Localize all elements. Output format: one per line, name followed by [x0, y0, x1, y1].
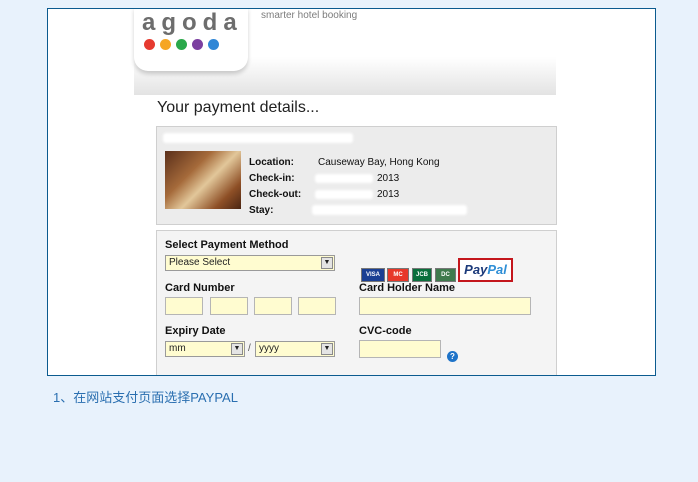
card-number-field-3[interactable]	[254, 297, 292, 315]
logo-text: agoda	[142, 9, 243, 36]
payment-method-value: Please Select	[169, 257, 231, 268]
logo-dot-orange	[160, 39, 171, 50]
mastercard-icon: MC	[387, 268, 409, 282]
cvc-label: CVC-code	[359, 325, 412, 337]
checkout-redacted	[315, 190, 373, 199]
checkout-label: Check-out:	[249, 189, 302, 200]
checkin-label: Check-in:	[249, 173, 295, 184]
expiry-label: Expiry Date	[165, 325, 226, 337]
logo-dots	[144, 39, 219, 50]
location-label: Location:	[249, 157, 294, 168]
paypal-button[interactable]: PayPal	[458, 258, 513, 282]
agoda-logo[interactable]: agoda	[134, 9, 248, 71]
logo-dot-purple	[192, 39, 203, 50]
location-value: Causeway Bay, Hong Kong	[318, 157, 440, 168]
hotel-name-redacted	[163, 133, 353, 143]
chevron-down-icon: ▼	[321, 257, 333, 269]
page-title: Your payment details...	[157, 99, 320, 116]
paypal-logo-pal: Pal	[487, 262, 507, 277]
card-number-label: Card Number	[165, 282, 235, 294]
logo-dot-red	[144, 39, 155, 50]
screenshot-frame: agoda smarter hotel booking Your payment…	[47, 8, 656, 376]
payment-method-select[interactable]: Please Select ▼	[165, 255, 335, 271]
help-icon[interactable]: ?	[447, 351, 458, 362]
logo-dot-blue	[208, 39, 219, 50]
card-number-field-1[interactable]	[165, 297, 203, 315]
tagline: smarter hotel booking	[261, 10, 358, 21]
card-holder-label: Card Holder Name	[359, 282, 455, 294]
diners-club-icon: DC	[435, 268, 456, 282]
card-number-field-4[interactable]	[298, 297, 336, 315]
expiry-year-select[interactable]: yyyy ▼	[255, 341, 335, 357]
card-holder-input[interactable]	[359, 297, 531, 315]
hotel-summary: Location: Causeway Bay, Hong Kong Check-…	[156, 126, 557, 225]
visa-icon: VISA	[361, 268, 385, 282]
expiry-separator: /	[248, 343, 251, 354]
stay-redacted	[312, 205, 467, 215]
checkin-redacted	[315, 174, 373, 183]
cvc-input[interactable]	[359, 340, 441, 358]
hotel-photo	[165, 151, 241, 209]
expiry-month-value: mm	[169, 343, 186, 354]
paypal-logo-pay: Pay	[464, 262, 488, 277]
checkout-value: 2013	[377, 189, 400, 200]
expiry-month-select[interactable]: mm ▼	[165, 341, 245, 357]
expiry-year-value: yyyy	[259, 343, 279, 354]
card-number-field-2[interactable]	[210, 297, 248, 315]
payment-form: Select Payment Method Please Select ▼ VI…	[156, 230, 557, 375]
logo-dot-green	[176, 39, 187, 50]
chevron-down-icon: ▼	[231, 343, 243, 355]
caption: 1、在网站支付页面选择PAYPAL	[53, 390, 238, 405]
jcb-icon: JCB	[412, 268, 432, 282]
checkin-value: 2013	[377, 173, 400, 184]
payment-method-label: Select Payment Method	[165, 239, 289, 251]
stay-label: Stay:	[249, 205, 274, 216]
chevron-down-icon: ▼	[321, 343, 333, 355]
